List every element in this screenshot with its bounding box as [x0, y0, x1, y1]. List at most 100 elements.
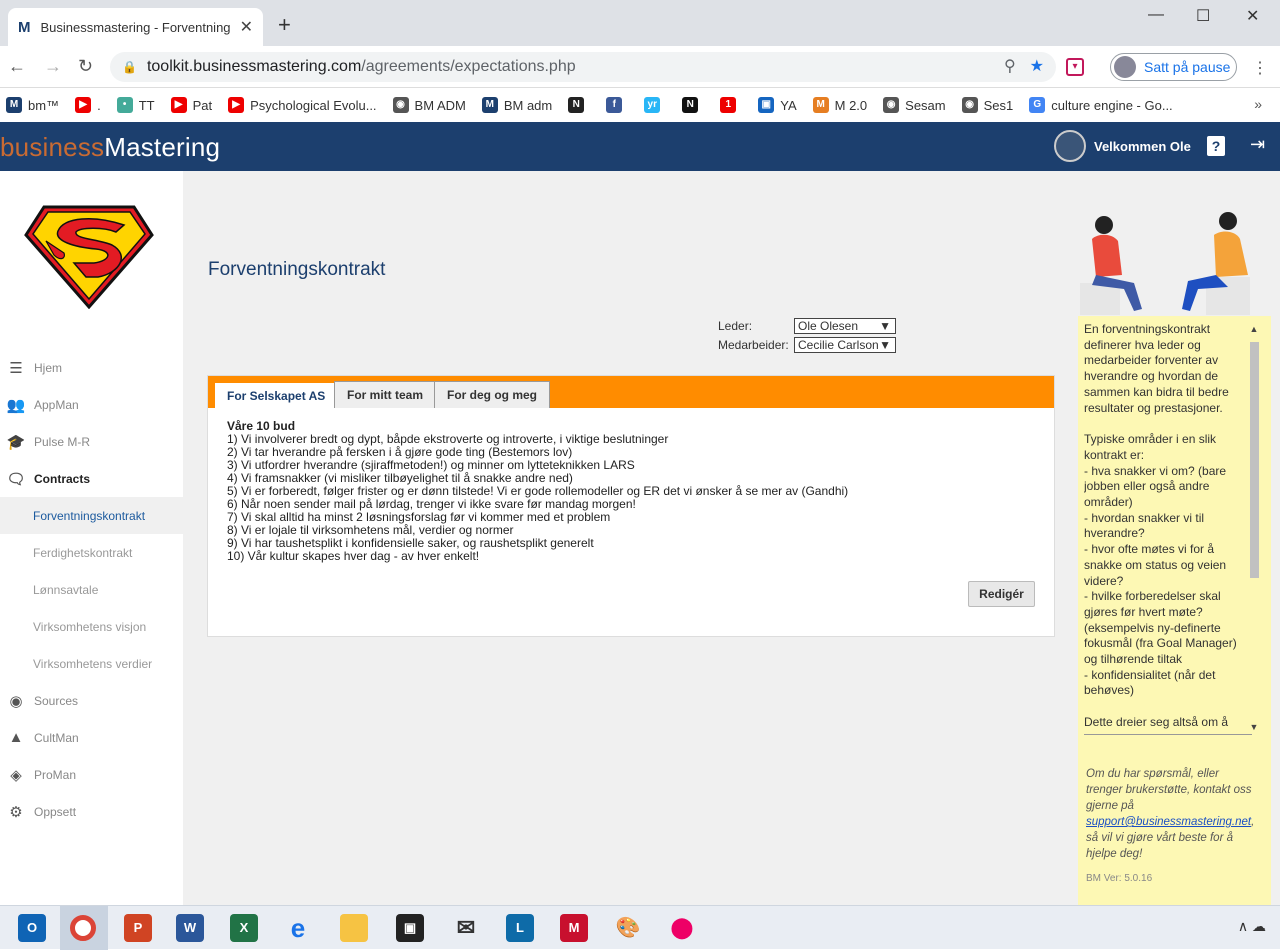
extension-icon[interactable]: ▾ [1066, 58, 1084, 76]
bookmark-label: Pat [192, 97, 213, 113]
tab-title: Businessmastering - Forventning [40, 19, 231, 35]
window-close-icon[interactable]: ✕ [1246, 6, 1259, 26]
sidebar-item-label: Oppsett [34, 804, 77, 819]
sidebar-item-label: Forventningskontrakt [33, 508, 146, 523]
info-panel: En forventningskontrakt definerer hva le… [1078, 316, 1271, 905]
url-input[interactable]: 🔒 toolkit.businessmastering.com/agreemen… [110, 52, 1056, 82]
sidebar-item-label: AppMan [34, 397, 79, 412]
leder-select[interactable]: Ole Olesen ▼ [794, 318, 896, 334]
tab-mitt-team[interactable]: For mitt team [334, 381, 437, 408]
scroll-down-icon[interactable]: ▼ [1248, 722, 1260, 732]
tt-icon: • [116, 97, 133, 113]
bookmark-item[interactable]: ▶. [75, 97, 101, 113]
bookmark-item[interactable]: f [606, 97, 628, 113]
sidebar-item-hjem[interactable]: ☰ Hjem [0, 349, 183, 386]
tab-selskapet[interactable]: For Selskapet AS [213, 381, 340, 408]
bookmark-item[interactable]: ◉ Sesam [883, 97, 946, 113]
youtube-icon: ▶ [228, 97, 245, 113]
bookmark-star-icon[interactable]: ★ [1030, 56, 1044, 76]
sidebar-item-forventningskontrakt[interactable]: Forventningskontrakt [0, 497, 183, 534]
bookmark-item[interactable]: ◉ BM ADM [392, 97, 466, 113]
layers-icon: ◈ [10, 766, 22, 784]
browser-tab[interactable]: M Businessmastering - Forventning ✕ [8, 8, 263, 46]
taskbar: O P W X e ▣ ✉ L M 🎨 ⬤ ∧ ☁ [0, 905, 1280, 950]
sidebar-item-virksomhetens-verdier[interactable]: Virksomhetens verdier [0, 645, 183, 682]
url-host: toolkit.businessmastering.com [146, 58, 362, 75]
forward-icon[interactable]: → [44, 56, 62, 77]
scroll-up-icon[interactable]: ▲ [1248, 324, 1260, 334]
edge-icon[interactable]: e [284, 914, 312, 942]
sidebar-item-pulse-m-r[interactable]: 🎓 Pulse M-R [0, 423, 183, 460]
bookmark-label: Sesam [905, 97, 946, 113]
sidebar-item-sources[interactable]: ◉ Sources [0, 682, 183, 719]
bookmark-item[interactable]: Mbm™ [6, 97, 59, 113]
maximize-icon[interactable]: ☐ [1196, 6, 1210, 26]
back-icon[interactable]: ← [8, 56, 26, 77]
word-icon[interactable]: W [176, 914, 204, 942]
bookmark-label: BM ADM [414, 97, 466, 113]
powerpoint-icon[interactable]: P [124, 914, 152, 942]
url-path: /agreements/expectations.php [361, 58, 576, 75]
bookmark-item[interactable]: M M 2.0 [812, 97, 867, 113]
sidebar-item-label: Virksomhetens visjon [33, 619, 147, 634]
info-scrollbar[interactable]: ▲ ▼ [1248, 324, 1260, 732]
sidebar-item-contracts[interactable]: 🗨 Contracts [0, 460, 183, 497]
bookmark-item[interactable]: N [682, 97, 704, 113]
edit-button[interactable]: Redigér [968, 581, 1035, 607]
sidebar-item-cultman[interactable]: ▲ CultMan [0, 719, 183, 756]
mail-icon[interactable]: ✉ [452, 914, 480, 942]
file-explorer-icon[interactable] [340, 914, 368, 942]
scroll-thumb[interactable] [1250, 342, 1259, 578]
bookmark-label: Psychological Evolu... [250, 97, 377, 113]
bookmark-item[interactable]: yr [644, 97, 666, 113]
profile-button[interactable]: Satt på pause [1110, 53, 1237, 81]
browser-menu-icon[interactable]: ⋮ [1252, 58, 1268, 78]
new-tab-button[interactable]: + [278, 12, 291, 38]
n-icon: N [682, 97, 699, 113]
profile-label: Satt på pause [1144, 59, 1231, 75]
sidebar-item-l-nnsavtale[interactable]: Lønnsavtale [0, 571, 183, 608]
reload-icon[interactable]: ↻ [78, 56, 93, 77]
bookmark-item[interactable]: Gculture engine - Go... [1029, 97, 1173, 113]
sidebar-item-proman[interactable]: ◈ ProMan [0, 756, 183, 793]
maps-icon[interactable]: ⬤ [668, 914, 696, 942]
info-list-item: - hvilke forberedelser skal gjøres før h… [1084, 589, 1237, 667]
user-welcome[interactable]: Velkommen Ole [1054, 130, 1191, 162]
mcafee-icon[interactable]: M [560, 914, 588, 942]
paint-icon[interactable]: 🎨 [614, 914, 642, 942]
bookmark-item[interactable]: ◉ Ses1 [961, 97, 1013, 113]
minimize-icon[interactable]: — [1148, 6, 1164, 24]
excel-icon[interactable]: X [230, 914, 258, 942]
profile-avatar [1114, 56, 1136, 78]
tab-deg-og-meg[interactable]: For deg og meg [434, 381, 550, 408]
sidebar-item-appman[interactable]: 👥 AppMan [0, 386, 183, 423]
store-icon[interactable]: ▣ [396, 914, 424, 942]
help-icon[interactable]: ? [1207, 136, 1225, 156]
bookmark-item[interactable]: M BM adm [481, 97, 552, 113]
welcome-text: Velkommen Ole [1094, 138, 1191, 154]
info-list-item: - hvordan snakker vi til hverandre? [1084, 510, 1205, 541]
l-app-icon[interactable]: L [506, 914, 534, 942]
outlook-icon[interactable]: O [18, 914, 46, 942]
bookmark-label: culture engine - Go... [1051, 97, 1173, 113]
support-email-link[interactable]: support@businessmastering.net [1086, 816, 1251, 828]
medarbeider-select[interactable]: Cecilie Carlson ▼ [794, 337, 896, 353]
google-icon: G [1029, 97, 1046, 113]
bookmark-item[interactable]: N [568, 97, 590, 113]
zoom-icon[interactable]: ⚲ [1004, 56, 1016, 76]
bookmark-item[interactable]: • TT [116, 97, 155, 113]
sidebar-item-label: CultMan [34, 730, 79, 745]
bookmark-item[interactable]: ▶ Psychological Evolu... [228, 97, 377, 113]
bookmark-item[interactable]: ▣ YA [758, 97, 797, 113]
sidebar-item-virksomhetens-visjon[interactable]: Virksomhetens visjon [0, 608, 183, 645]
businessmastering-logo[interactable]: businessMastering [0, 132, 220, 163]
close-tab-icon[interactable]: ✕ [240, 17, 253, 37]
bookmark-item[interactable]: ▶ Pat [170, 97, 213, 113]
tray-chevron-icon[interactable]: ∧ ☁ [1238, 918, 1266, 935]
sidebar-item-ferdighetskontrakt[interactable]: Ferdighetskontrakt [0, 534, 183, 571]
sidebar-item-oppsett[interactable]: ⚙ Oppsett [0, 793, 183, 830]
logout-icon[interactable]: ⇥ [1250, 134, 1265, 155]
bookmark-item[interactable]: 1 [720, 97, 742, 113]
bookmarks-overflow-icon[interactable]: » [1254, 96, 1262, 112]
chrome-icon[interactable] [70, 915, 96, 941]
